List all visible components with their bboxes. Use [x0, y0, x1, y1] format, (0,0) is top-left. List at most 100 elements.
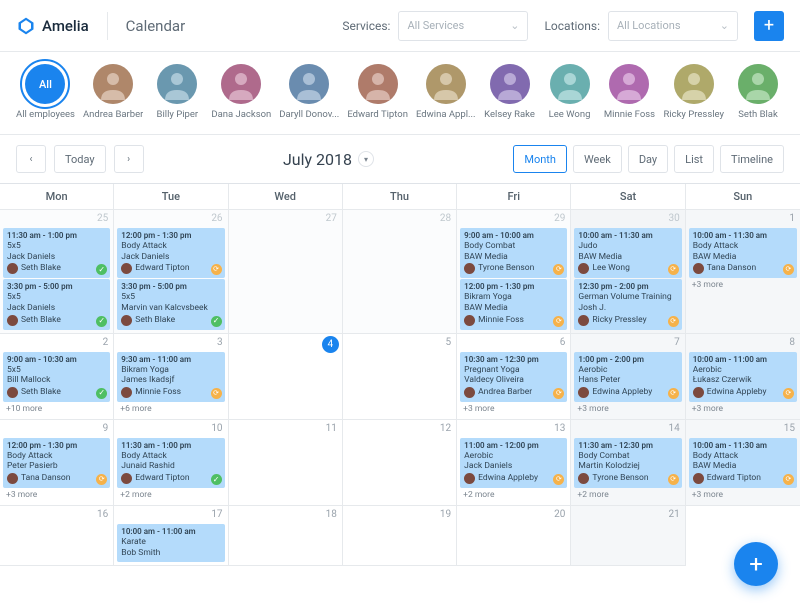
more-events-link[interactable]: +3 more [460, 402, 567, 416]
more-events-link[interactable]: +2 more [117, 488, 224, 502]
calendar-cell[interactable]: 9 12:00 pm - 1:30 pmBody AttackPeter Pasi… [0, 420, 114, 506]
view-switcher: MonthWeekDayListTimeline [513, 145, 784, 173]
more-events-link[interactable]: +3 more [3, 488, 110, 502]
calendar-cell[interactable]: 810:00 am - 11:00 amAerobicŁukasz Czerwi… [686, 334, 800, 420]
appointment-event[interactable]: 3:30 pm - 5:00 pm5x5Jack DanielsSeth Bla… [3, 279, 110, 329]
more-events-link[interactable]: +2 more [460, 488, 567, 502]
calendar-cell[interactable]: 1710:00 am - 11:00 amKarateBob Smith [114, 506, 228, 566]
calendar-cell[interactable]: 3010:00 am - 11:30 amJudoBAW MediaLee Wo… [571, 210, 685, 334]
current-period: July 2018 ▾ [152, 150, 506, 169]
employee-name: Kelsey Rake [484, 109, 535, 120]
employee-filter[interactable]: Kelsey Rake [484, 64, 536, 120]
more-events-link[interactable]: +2 more [574, 488, 681, 502]
view-day-button[interactable]: Day [628, 145, 668, 173]
employee-filter[interactable]: Edwina Appl... [416, 64, 476, 120]
calendar-cell[interactable]: 299:00 am - 10:00 amBody CombatBAW Media… [457, 210, 571, 334]
event-employee: Ricky Pressley [592, 315, 646, 326]
event-title: German Volume Training [578, 292, 677, 303]
more-events-link[interactable]: +3 more [689, 488, 797, 502]
employee-name: Edward Tipton [347, 109, 408, 120]
event-time: 11:30 am - 1:00 pm [121, 441, 220, 451]
employee-filter[interactable]: Edward Tipton [347, 64, 408, 120]
calendar-cell[interactable]: 18 [229, 506, 343, 566]
employee-filter[interactable]: Minnie Foss [603, 64, 655, 120]
calendar-cell[interactable]: 110:00 am - 11:30 amBody AttackBAW Media… [686, 210, 800, 334]
calendar-cell[interactable]: 1311:00 am - 12:00 pmAerobicJack Daniels… [457, 420, 571, 506]
appointment-event[interactable]: 11:30 am - 12:30 pmBody CombatMartin Kol… [574, 438, 681, 488]
calendar-cell[interactable]: 2511:30 am - 1:00 pm5x5Jack DanielsSeth … [0, 210, 114, 334]
appointment-event[interactable]: 11:30 am - 1:00 pm5x5Jack DanielsSeth Bl… [3, 228, 110, 278]
appointment-event[interactable]: 10:00 am - 11:00 amKarateBob Smith [117, 524, 224, 562]
view-month-button[interactable]: Month [513, 145, 567, 173]
appointment-event[interactable]: 9:30 am - 11:00 amBikram YogaJames Ikads… [117, 352, 224, 402]
calendar-cell[interactable]: 1510:00 am - 11:30 amBody AttackBAW Medi… [686, 420, 800, 506]
date-number: 7 [674, 337, 680, 348]
calendar-cell[interactable]: 19 [343, 506, 457, 566]
prev-button[interactable]: ‹ [16, 145, 46, 173]
next-button[interactable]: › [114, 145, 144, 173]
event-employee: Tana Danson [707, 263, 756, 274]
calendar-cell[interactable]: 11 [229, 420, 343, 506]
today-button[interactable]: Today [54, 145, 106, 173]
appointment-event[interactable]: 11:00 am - 12:00 pmAerobicJack DanielsEd… [460, 438, 567, 488]
appointment-event[interactable]: 3:30 pm - 5:00 pm5x5Marvin van Kalcvsbee… [117, 279, 224, 329]
more-events-link[interactable]: +3 more [574, 402, 681, 416]
calendar-cell[interactable]: 4 [229, 334, 343, 420]
appointment-event[interactable]: 12:00 pm - 1:30 pmBikram YogaBAW MediaMi… [460, 279, 567, 329]
employee-avatar-small [578, 263, 589, 274]
appointment-event[interactable]: 12:00 pm - 1:30 pmBody AttackPeter Pasie… [3, 438, 110, 488]
calendar-cell[interactable]: 5 [343, 334, 457, 420]
calendar-cell[interactable]: 39:30 am - 11:00 amBikram YogaJames Ikad… [114, 334, 228, 420]
more-events-link[interactable]: +3 more [689, 402, 797, 416]
employee-filter[interactable]: Lee Wong [544, 64, 596, 120]
event-customer: Łukasz Czerwik [693, 375, 793, 386]
calendar-cell[interactable]: 27 [229, 210, 343, 334]
calendar-cell[interactable]: 2612:00 pm - 1:30 pmBody AttackJack Dani… [114, 210, 228, 334]
appointment-event[interactable]: 10:00 am - 11:00 amAerobicŁukasz Czerwik… [689, 352, 797, 402]
appointment-event[interactable]: 10:00 am - 11:30 amBody AttackBAW MediaT… [689, 228, 797, 278]
date-number: 9 [103, 423, 109, 434]
view-list-button[interactable]: List [674, 145, 714, 173]
services-select[interactable]: All Services ⌄ [398, 11, 528, 41]
calendar-cell[interactable]: 12 [343, 420, 457, 506]
appointment-event[interactable]: 1:00 pm - 2:00 pmAerobicHans PeterEdwina… [574, 352, 681, 402]
calendar-cell[interactable]: 29:00 am - 10:30 am5x5Bill MallockSeth B… [0, 334, 114, 420]
view-week-button[interactable]: Week [573, 145, 622, 173]
appointment-event[interactable]: 10:00 am - 11:30 amJudoBAW MediaLee Wong… [574, 228, 681, 278]
period-picker-button[interactable]: ▾ [358, 151, 374, 167]
date-number: 6 [560, 337, 566, 348]
add-button[interactable]: + [754, 11, 784, 41]
appointment-event[interactable]: 10:00 am - 11:30 amBody AttackBAW MediaE… [689, 438, 797, 488]
employee-name: Ricky Pressley [663, 109, 724, 120]
appointment-event[interactable]: 10:30 am - 12:30 pmPregnant YogaValdecy … [460, 352, 567, 402]
employee-filter[interactable]: Andrea Barber [83, 64, 143, 120]
more-events-link[interactable]: +6 more [117, 402, 224, 416]
date-number: 19 [440, 509, 451, 520]
employee-avatar-small [464, 263, 475, 274]
calendar-cell[interactable]: 20 [457, 506, 571, 566]
appointment-event[interactable]: 9:00 am - 10:30 am5x5Bill MallockSeth Bl… [3, 352, 110, 402]
calendar-cell[interactable]: 28 [343, 210, 457, 334]
appointment-event[interactable]: 11:30 am - 1:00 pmBody AttackJunaid Rash… [117, 438, 224, 488]
event-title: Bikram Yoga [121, 365, 220, 376]
appointment-event[interactable]: 12:30 pm - 2:00 pmGerman Volume Training… [574, 279, 681, 329]
employee-filter[interactable]: Billy Piper [151, 64, 203, 120]
calendar-cell[interactable]: 6 10:30 am - 12:30 pmPregnant YogaValdecy… [457, 334, 571, 420]
more-events-link[interactable]: +3 more [689, 278, 797, 292]
locations-select[interactable]: All Locations ⌄ [608, 11, 738, 41]
calendar-cell[interactable]: 7 1:00 pm - 2:00 pmAerobicHans PeterEdwin… [571, 334, 685, 420]
employee-filter[interactable]: Daryll Donov... [279, 64, 339, 120]
view-timeline-button[interactable]: Timeline [720, 145, 784, 173]
calendar-cell[interactable]: 21 [571, 506, 685, 566]
calendar-cell[interactable]: 1011:30 am - 1:00 pmBody AttackJunaid Ra… [114, 420, 228, 506]
employee-filter[interactable]: AllAll employees [16, 64, 75, 120]
calendar-cell[interactable]: 16 [0, 506, 114, 566]
employee-filter[interactable]: Seth Blak [732, 64, 784, 120]
more-events-link[interactable]: +10 more [3, 402, 110, 416]
appointment-event[interactable]: 12:00 pm - 1:30 pmBody AttackJack Daniel… [117, 228, 224, 278]
fab-add-button[interactable]: + [734, 542, 778, 586]
employee-filter[interactable]: Dana Jackson [211, 64, 271, 120]
employee-filter[interactable]: Ricky Pressley [663, 64, 724, 120]
appointment-event[interactable]: 9:00 am - 10:00 amBody CombatBAW MediaTy… [460, 228, 567, 278]
calendar-cell[interactable]: 1411:30 am - 12:30 pmBody CombatMartin K… [571, 420, 685, 506]
